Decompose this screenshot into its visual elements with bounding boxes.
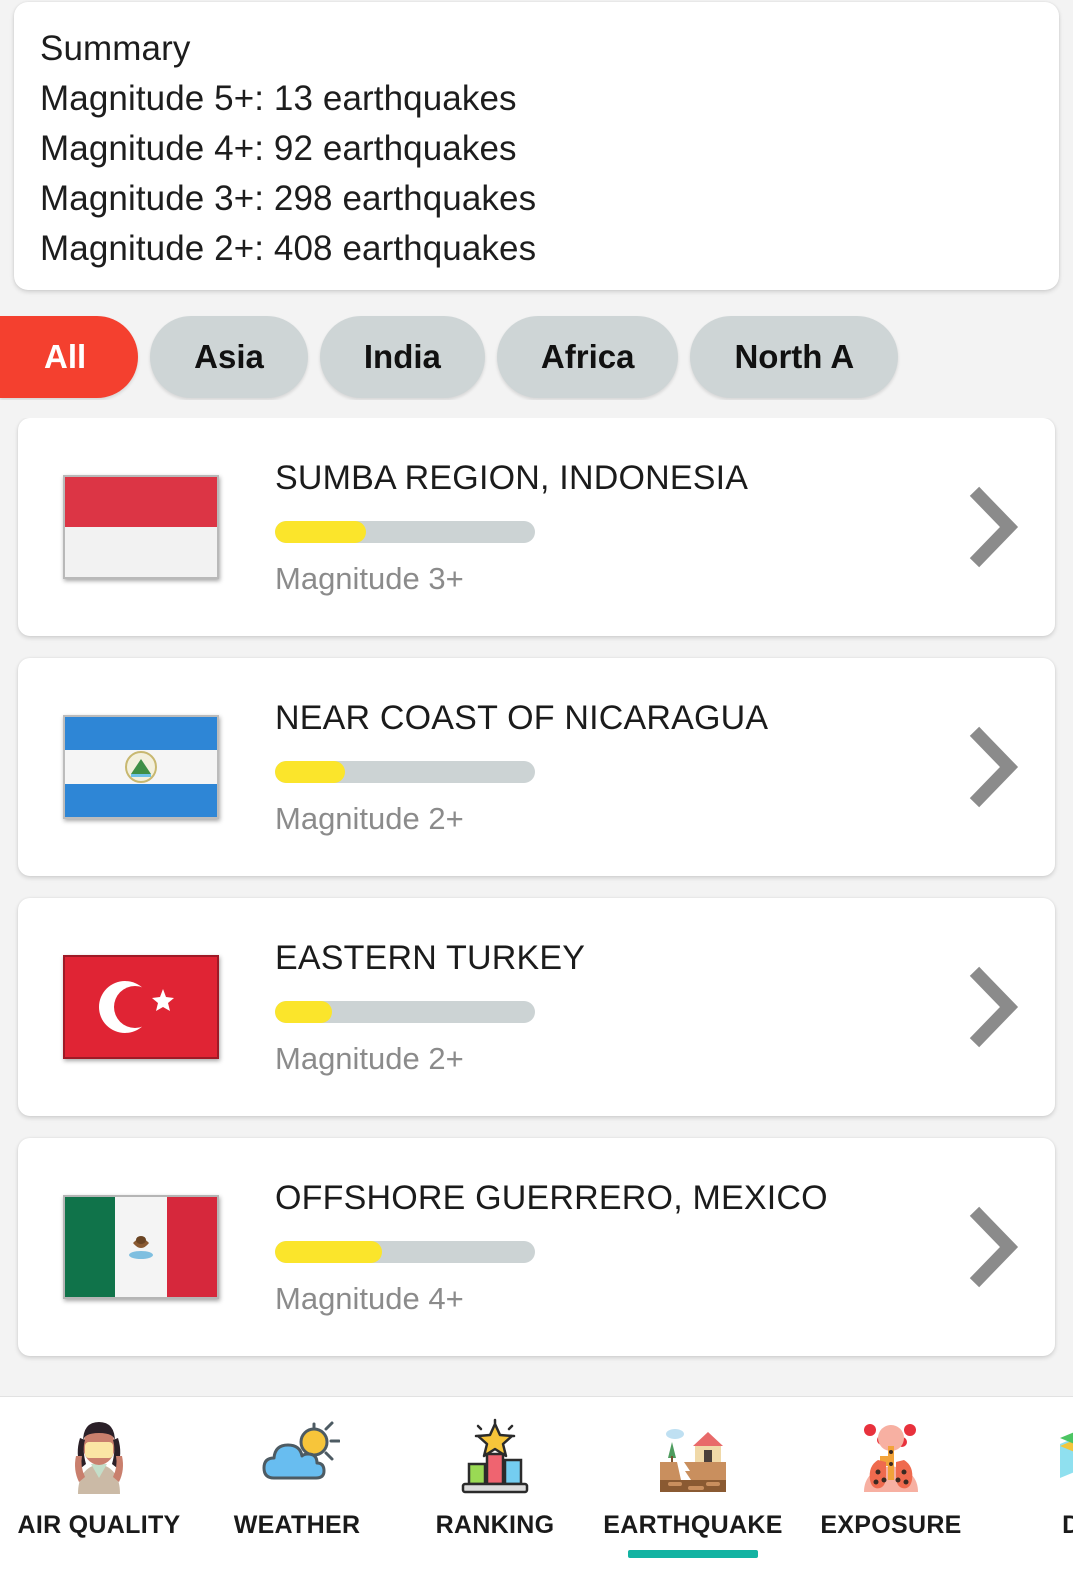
nav-label: RANKING bbox=[435, 1511, 555, 1539]
bottom-navigation[interactable]: AIR QUALITY WEATHER RANKING EARTHQUAKE E… bbox=[0, 1396, 1073, 1571]
magnitude-progress-fill bbox=[275, 1240, 382, 1263]
list-item[interactable]: NEAR COAST OF NICARAGUA Magnitude 2+ bbox=[18, 658, 1055, 876]
chevron-right-icon[interactable] bbox=[959, 1206, 1029, 1288]
flag-indonesia-icon bbox=[62, 475, 219, 579]
nav-item-air-quality[interactable]: AIR QUALITY bbox=[0, 1397, 198, 1571]
list-item-title: SUMBA REGION, INDONESIA bbox=[275, 458, 749, 497]
nav-item-dust[interactable]: DUS bbox=[990, 1397, 1073, 1571]
nav-item-exposure[interactable]: EXPOSURE bbox=[792, 1397, 990, 1571]
nav-item-weather[interactable]: WEATHER bbox=[198, 1397, 396, 1571]
nav-label: WEATHER bbox=[233, 1511, 361, 1539]
list-item-body: OFFSHORE GUERRERO, MEXICO Magnitude 4+ bbox=[275, 1178, 959, 1317]
list-item-body: EASTERN TURKEY Magnitude 2+ bbox=[275, 938, 959, 1077]
list-item-body: NEAR COAST OF NICARAGUA Magnitude 2+ bbox=[275, 698, 959, 837]
nav-label: AIR QUALITY bbox=[17, 1511, 181, 1539]
summary-mag4-line: Magnitude 4+: 92 earthquakes bbox=[40, 129, 517, 168]
magnitude-progress-bar bbox=[275, 760, 535, 783]
summary-mag3-line: Magnitude 3+: 298 earthquakes bbox=[40, 179, 537, 218]
list-item-body: SUMBA REGION, INDONESIA Magnitude 3+ bbox=[275, 458, 959, 597]
tab-africa[interactable]: Africa bbox=[496, 316, 679, 398]
list-item-magnitude: Magnitude 2+ bbox=[275, 800, 464, 836]
nav-label: DUS bbox=[1062, 1511, 1073, 1540]
list-item-title: OFFSHORE GUERRERO, MEXICO bbox=[275, 1178, 828, 1217]
tab-india[interactable]: India bbox=[319, 316, 485, 398]
tab-all[interactable]: All bbox=[0, 316, 139, 398]
list-item-magnitude: Magnitude 3+ bbox=[275, 560, 464, 596]
list-item-magnitude: Magnitude 4+ bbox=[275, 1280, 464, 1316]
region-filter-tabs[interactable]: All Asia India Africa North A bbox=[0, 314, 1073, 400]
summary-mag2-line: Magnitude 2+: 408 earthquakes bbox=[40, 229, 537, 268]
nav-label: EXPOSURE bbox=[820, 1511, 962, 1539]
nav-item-earthquake[interactable]: EARTHQUAKE bbox=[594, 1397, 792, 1571]
flag-nicaragua-icon bbox=[62, 715, 219, 819]
magnitude-progress-bar bbox=[275, 1000, 535, 1023]
bar-chart-star-icon bbox=[447, 1411, 543, 1507]
magnitude-progress-fill bbox=[275, 520, 366, 543]
list-item[interactable]: EASTERN TURKEY Magnitude 2+ bbox=[18, 898, 1055, 1116]
summary-heading: Summary bbox=[40, 29, 191, 68]
earthquake-screen: Summary Magnitude 5+: 13 earthquakes Mag… bbox=[0, 0, 1073, 1571]
tab-north-america[interactable]: North A bbox=[690, 316, 899, 398]
list-item[interactable]: SUMBA REGION, INDONESIA Magnitude 3+ bbox=[18, 418, 1055, 636]
flag-mexico-icon bbox=[62, 1195, 219, 1299]
list-item-title: EASTERN TURKEY bbox=[275, 938, 586, 977]
dust-map-icon bbox=[1041, 1411, 1073, 1507]
tab-asia[interactable]: Asia bbox=[150, 316, 308, 398]
magnitude-progress-fill bbox=[275, 1000, 333, 1023]
chevron-right-icon[interactable] bbox=[959, 486, 1029, 568]
magnitude-progress-bar bbox=[275, 520, 535, 543]
list-item-magnitude: Magnitude 2+ bbox=[275, 1040, 464, 1076]
list-item-title: NEAR COAST OF NICARAGUA bbox=[275, 698, 769, 737]
magnitude-progress-fill bbox=[275, 760, 346, 783]
summary-mag5-line: Magnitude 5+: 13 earthquakes bbox=[40, 79, 517, 118]
summary-card: Summary Magnitude 5+: 13 earthquakes Mag… bbox=[14, 2, 1059, 290]
earthquake-house-icon bbox=[645, 1411, 741, 1507]
active-tab-indicator bbox=[628, 1550, 758, 1558]
nav-label: EARTHQUAKE bbox=[603, 1511, 783, 1539]
person-mask-icon bbox=[51, 1411, 147, 1507]
chevron-right-icon[interactable] bbox=[959, 966, 1029, 1048]
lungs-icon bbox=[843, 1411, 939, 1507]
earthquake-list[interactable]: SUMBA REGION, INDONESIA Magnitude 3+ NEA… bbox=[0, 418, 1073, 1390]
list-item[interactable]: OFFSHORE GUERRERO, MEXICO Magnitude 4+ bbox=[18, 1138, 1055, 1356]
flag-turkey-icon bbox=[62, 955, 219, 1059]
sun-behind-cloud-icon bbox=[249, 1411, 345, 1507]
magnitude-progress-bar bbox=[275, 1240, 535, 1263]
nav-item-ranking[interactable]: RANKING bbox=[396, 1397, 594, 1571]
chevron-right-icon[interactable] bbox=[959, 726, 1029, 808]
